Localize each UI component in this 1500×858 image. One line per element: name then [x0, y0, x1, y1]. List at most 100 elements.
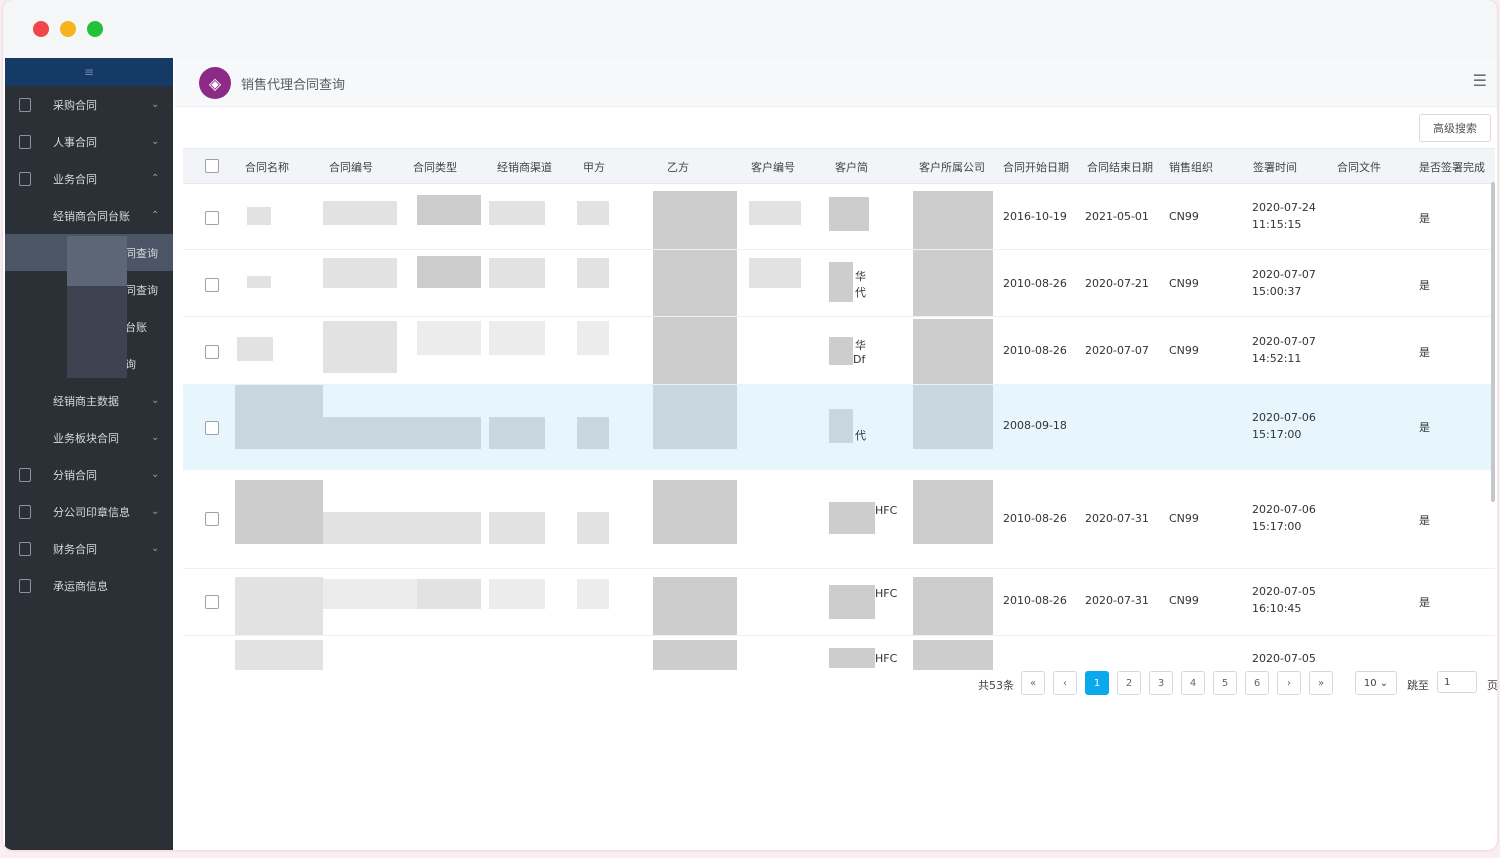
- table-row[interactable]: HFC 2010-08-26 2020-07-31 CN99 2020-07-0…: [183, 569, 1495, 636]
- advanced-search-button[interactable]: 高级搜索: [1419, 114, 1491, 142]
- document-icon: [19, 172, 31, 186]
- column-header[interactable]: 客户所属公司: [919, 159, 985, 175]
- table-row[interactable]: HFC 2010-08-26 2020-07-31 CN99 2020-07-0…: [183, 470, 1495, 569]
- redacted-block: [577, 417, 609, 449]
- row-checkbox[interactable]: [205, 512, 219, 526]
- document-icon: [19, 98, 31, 112]
- redacted-block: [417, 321, 481, 355]
- chevron-down-icon: ⌄: [151, 432, 160, 443]
- column-header[interactable]: 签署时间: [1253, 159, 1297, 175]
- row-checkbox[interactable]: [205, 278, 219, 292]
- sidebar-item-carrier[interactable]: 承运商信息: [5, 567, 173, 604]
- prev-page-button[interactable]: ‹: [1053, 671, 1077, 695]
- page-button[interactable]: 5: [1213, 671, 1237, 695]
- row-checkbox[interactable]: [205, 211, 219, 225]
- sign-complete: 是: [1419, 514, 1430, 527]
- sidebar-item-label: 分销合同: [53, 468, 97, 482]
- redacted-block: [323, 579, 417, 609]
- sign-time: 15:17:00: [1252, 520, 1302, 533]
- chevron-down-icon: ⌄: [1376, 677, 1389, 689]
- table-row[interactable]: 华 代 2010-08-26 2020-07-21 CN99 2020-07-0…: [183, 250, 1495, 317]
- sidebar-item-finance[interactable]: 财务合同 ⌄: [5, 530, 173, 567]
- sign-date: 2020-07-07: [1252, 268, 1316, 281]
- sidebar-item-dealer-ledger[interactable]: 经销商合同台账 ⌃: [5, 197, 173, 234]
- sign-complete: 是: [1419, 346, 1430, 359]
- sidebar-item-hr[interactable]: 人事合同 ⌄: [5, 123, 173, 160]
- column-header[interactable]: 客户编号: [751, 159, 795, 175]
- row-checkbox[interactable]: [205, 421, 219, 435]
- sign-date: 2020-07-05: [1252, 585, 1316, 598]
- redacted-block: [235, 577, 323, 635]
- sidebar: ≡ 采购合同 ⌄ 人事合同 ⌄ 业务合同 ⌃ 经销商合同台账 ⌃ 同查询 同查询…: [5, 58, 173, 850]
- chevron-down-icon: ⌄: [151, 136, 160, 147]
- maximize-window-button[interactable]: [87, 21, 103, 37]
- table-header: 合同名称 合同编号 合同类型 经销商渠道 甲方 乙方 客户编号 客户简 客户所属…: [183, 148, 1495, 184]
- column-header[interactable]: 客户简: [835, 159, 868, 175]
- main-content: ◈ 销售代理合同查询 ☰ 高级搜索 合同名称 合同编号 合同类型 经销商渠道 甲…: [175, 58, 1497, 850]
- scrollbar[interactable]: [1491, 182, 1495, 502]
- page-button[interactable]: 4: [1181, 671, 1205, 695]
- menu-toggle-icon[interactable]: ≡: [5, 58, 173, 86]
- sign-complete: 是: [1419, 212, 1430, 225]
- page-button[interactable]: 6: [1245, 671, 1269, 695]
- column-header[interactable]: 合同类型: [413, 159, 457, 175]
- sidebar-item-purchase[interactable]: 采购合同 ⌄: [5, 86, 173, 123]
- column-header[interactable]: 甲方: [583, 159, 605, 175]
- minimize-window-button[interactable]: [60, 21, 76, 37]
- last-page-button[interactable]: »: [1309, 671, 1333, 695]
- page-size-value: 10: [1363, 677, 1377, 689]
- sidebar-item-segment[interactable]: 业务板块合同 ⌄: [5, 419, 173, 456]
- end-date: 2020-07-21: [1085, 277, 1149, 290]
- sidebar-item-label: 业务板块合同: [53, 431, 119, 445]
- title-bar: [3, 0, 1497, 58]
- column-header[interactable]: 乙方: [667, 159, 689, 175]
- sidebar-item-business[interactable]: 业务合同 ⌃: [5, 160, 173, 197]
- chevron-up-icon: ⌃: [151, 173, 160, 184]
- list-icon[interactable]: ☰: [1473, 71, 1487, 90]
- close-window-button[interactable]: [33, 21, 49, 37]
- column-header[interactable]: 合同开始日期: [1003, 159, 1069, 175]
- jump-page-input[interactable]: 1: [1437, 671, 1477, 693]
- redacted-block: [323, 258, 397, 288]
- sidebar-item-label: 人事合同: [53, 135, 97, 149]
- page-size-select[interactable]: 10 ⌄: [1355, 671, 1397, 695]
- customer-fragment: 代: [855, 429, 866, 442]
- sidebar-item-label: 分公司印章信息: [53, 505, 130, 519]
- start-date: 2010-08-26: [1003, 512, 1067, 525]
- column-header[interactable]: 经销商渠道: [497, 159, 552, 175]
- row-checkbox[interactable]: [205, 345, 219, 359]
- row-checkbox[interactable]: [205, 595, 219, 609]
- sidebar-item-seal[interactable]: 分公司印章信息 ⌄: [5, 493, 173, 530]
- column-header[interactable]: 销售组织: [1169, 159, 1213, 175]
- column-header[interactable]: 是否签署完成: [1419, 159, 1485, 175]
- redacted-block: [247, 207, 271, 225]
- first-page-button[interactable]: «: [1021, 671, 1045, 695]
- column-header[interactable]: 合同名称: [245, 159, 289, 175]
- column-header[interactable]: 合同结束日期: [1087, 159, 1153, 175]
- redacted-block: [323, 512, 417, 544]
- redacted-block: [417, 195, 481, 225]
- table-row[interactable]: 2016-10-19 2021-05-01 CN99 2020-07-24 11…: [183, 183, 1495, 250]
- redacted-block: [653, 480, 737, 544]
- redacted-block: [829, 409, 853, 443]
- page-button[interactable]: 2: [1117, 671, 1141, 695]
- chevron-down-icon: ⌄: [151, 395, 160, 406]
- select-all-checkbox[interactable]: [205, 159, 219, 173]
- next-page-button[interactable]: ›: [1277, 671, 1301, 695]
- sidebar-item-dealer-master[interactable]: 经销商主数据 ⌄: [5, 382, 173, 419]
- column-header[interactable]: 合同文件: [1337, 159, 1381, 175]
- page-button[interactable]: 3: [1149, 671, 1173, 695]
- sidebar-item-distribution[interactable]: 分销合同 ⌄: [5, 456, 173, 493]
- table-row[interactable]: 代 2008-09-18 2020-07-06 15:17:00 是: [183, 385, 1495, 470]
- page-title: 销售代理合同查询: [241, 78, 346, 93]
- page-button[interactable]: 1: [1085, 671, 1109, 695]
- sidebar-item-label: 同查询: [125, 283, 158, 297]
- start-date: 2016-10-19: [1003, 210, 1067, 223]
- table-row[interactable]: 华 Df 2010-08-26 2020-07-07 CN99 2020-07-…: [183, 317, 1495, 385]
- redacted-block: [653, 191, 737, 249]
- table-row[interactable]: HFC 2020-07-05: [183, 636, 1495, 670]
- customer-fragment: HFC: [875, 504, 898, 517]
- column-header[interactable]: 合同编号: [329, 159, 373, 175]
- redacted-block: [653, 577, 737, 635]
- redacted-block: [577, 579, 609, 609]
